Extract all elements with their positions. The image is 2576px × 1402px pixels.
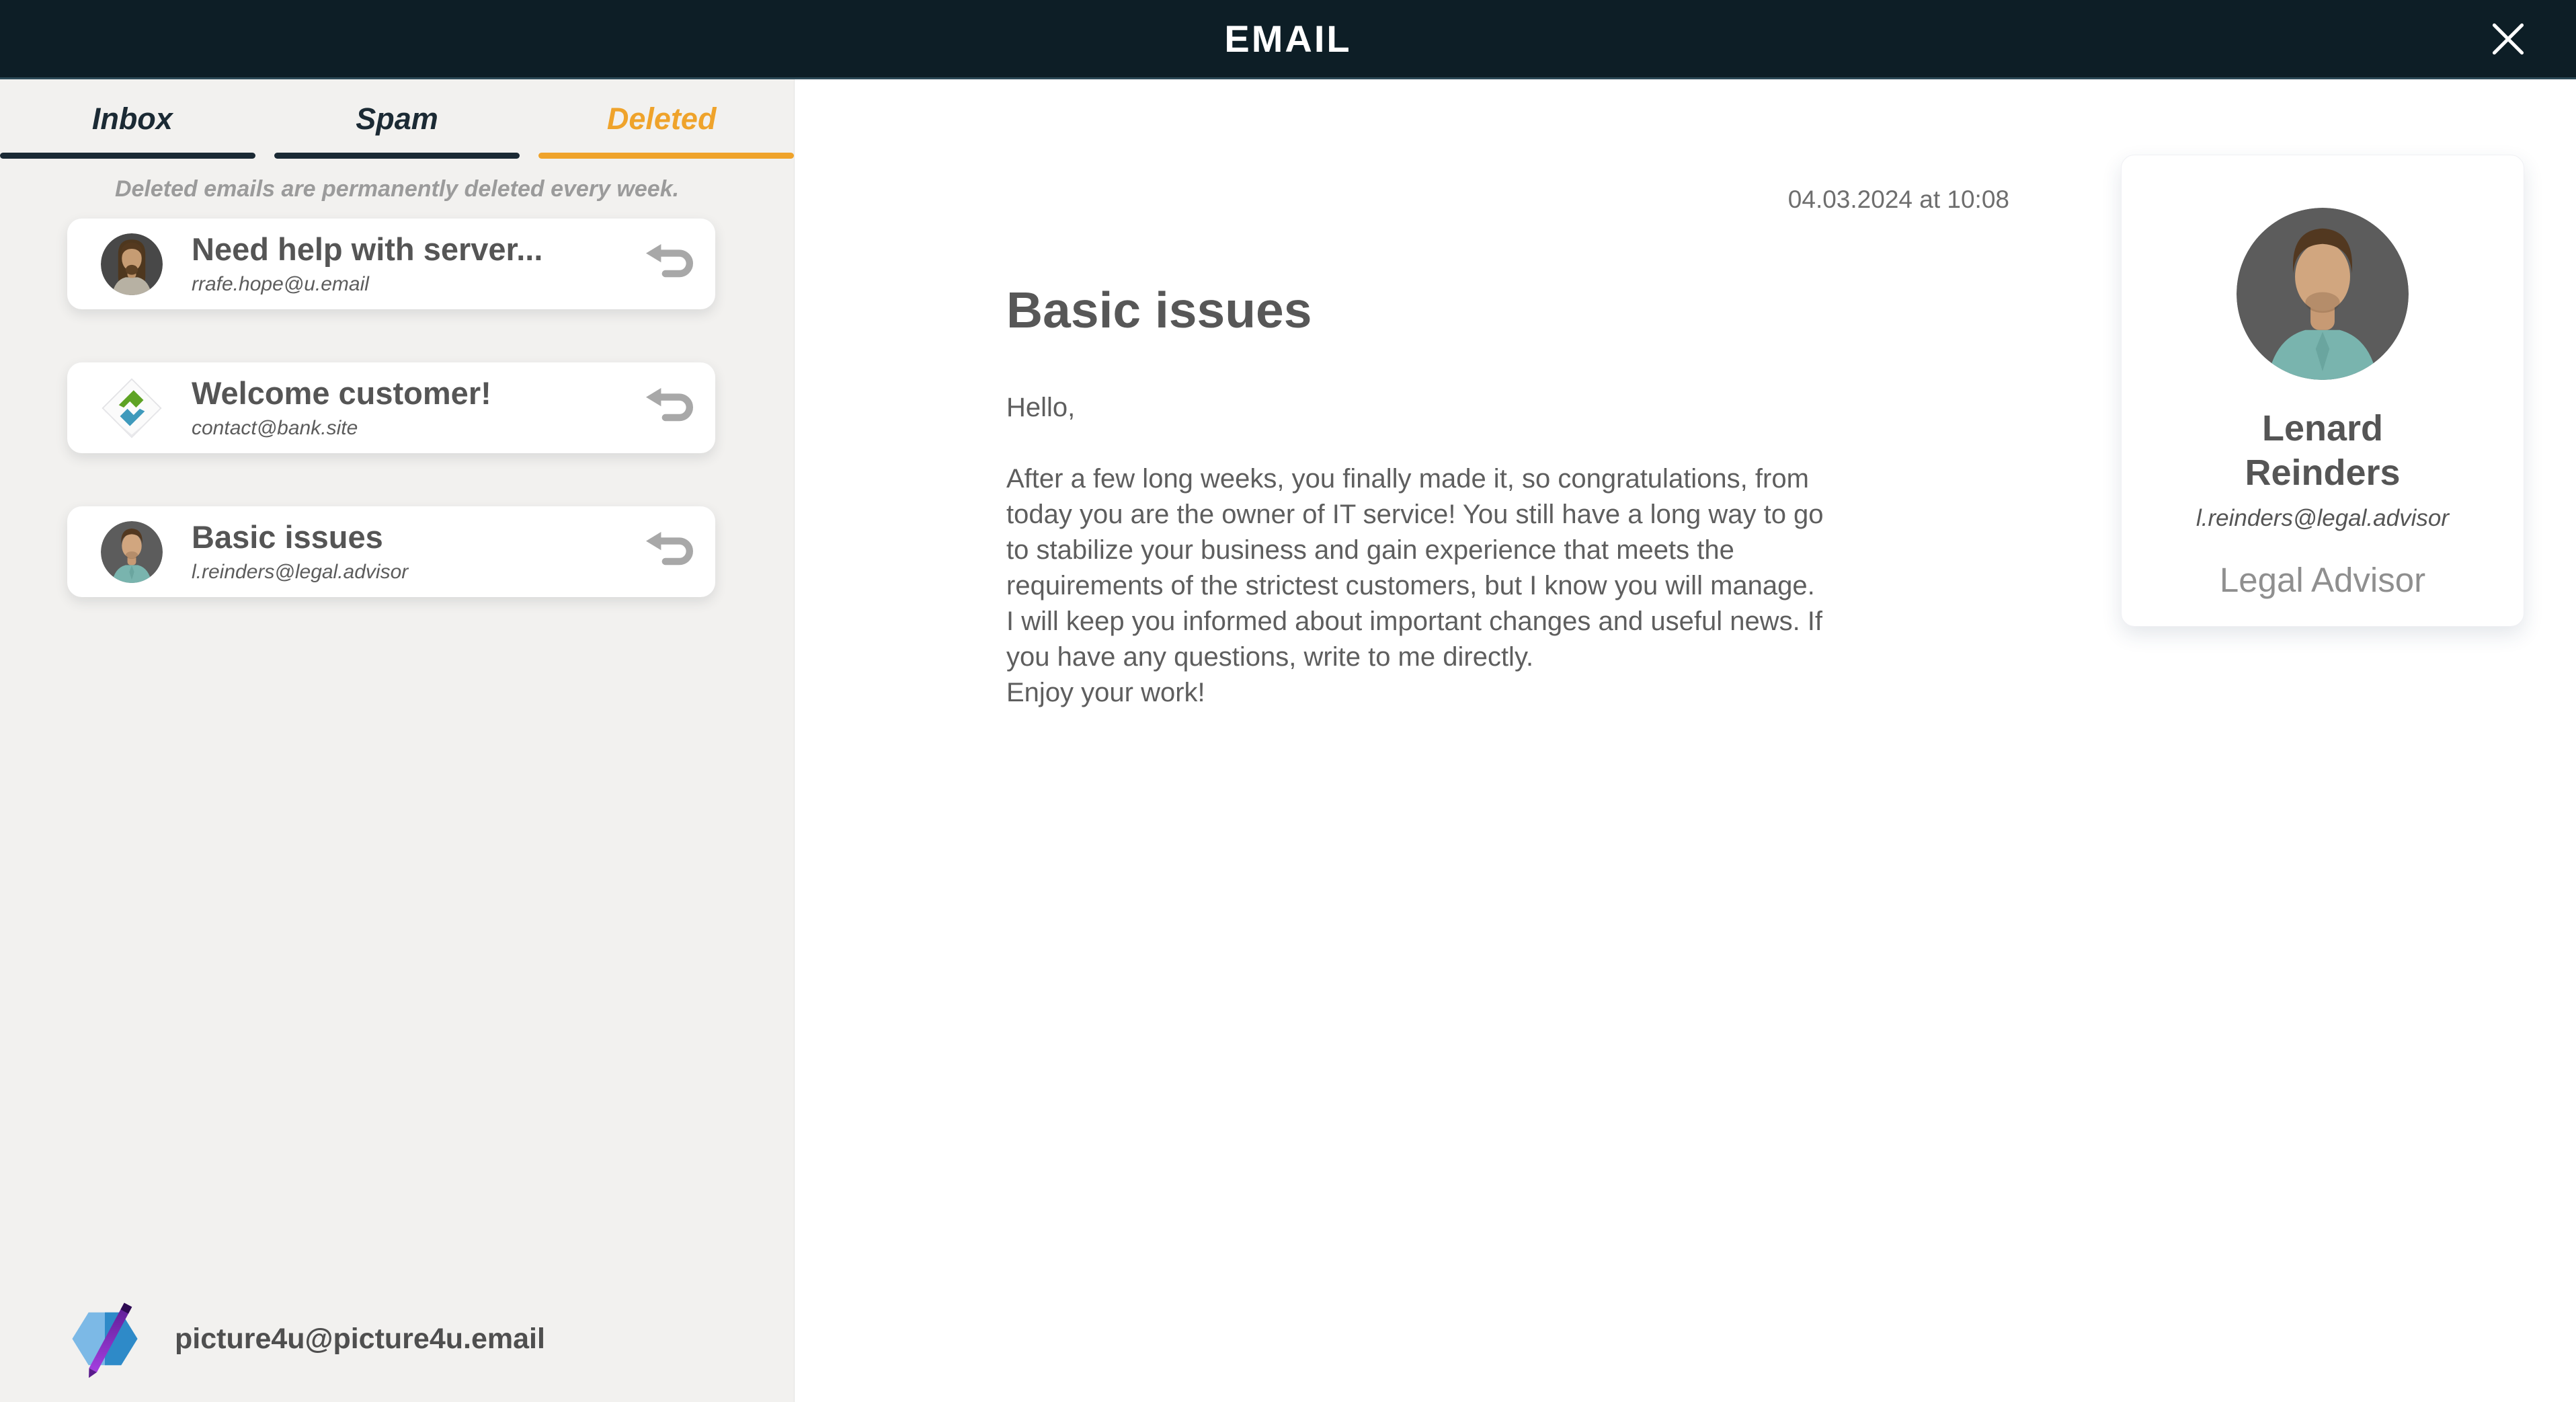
sender-name: Lenard Reinders [2245,407,2400,496]
picture4u-logo-icon [67,1296,143,1381]
deleted-notice: Deleted emails are permanently deleted e… [0,176,794,202]
title-bar: EMAIL [0,0,2576,79]
email-subject: Need help with server... [192,232,542,268]
tab-spam[interactable]: Spam [265,79,530,159]
sender-profile-avatar [2237,208,2409,380]
tab-inbox[interactable]: Inbox [0,79,265,159]
account-row: picture4u@picture4u.email [67,1294,545,1383]
email-texts: Need help with server... rrafe.hope@u.em… [192,232,542,296]
email-subject: Basic issues [192,520,408,555]
message-subject: Basic issues [1006,281,1312,339]
message-body: Hello, After a few long weeks, you final… [1006,390,2109,711]
email-subject: Welcome customer! [192,376,491,412]
email-sender-address: l.reinders@legal.advisor [192,561,408,584]
mail-sidebar: Inbox Spam Deleted Deleted emails are pe… [0,79,795,1402]
email-texts: Basic issues l.reinders@legal.advisor [192,520,408,584]
account-email: picture4u@picture4u.email [175,1323,545,1356]
sender-last-name: Reinders [2245,451,2400,496]
email-sender-address: rrafe.hope@u.email [192,273,542,296]
sender-first-name: Lenard [2245,407,2400,451]
message-pane: 04.03.2024 at 10:08 Basic issues Hello, … [795,79,2576,1402]
mailbox-tabs: Inbox Spam Deleted [0,79,794,159]
email-list-item-welcome-customer[interactable]: Welcome customer! contact@bank.site [67,362,715,453]
app-title: EMAIL [1224,17,1351,61]
sender-role: Legal Advisor [2220,560,2425,600]
restore-email-button[interactable] [643,531,698,574]
email-list-item-basic-issues[interactable]: Basic issues l.reinders@legal.advisor [67,506,715,597]
sender-profile-card: Lenard Reinders l.reinders@legal.advisor… [2121,155,2524,627]
sender-avatar-short-hair [101,521,163,583]
message-date: 04.03.2024 at 10:08 [1006,186,2009,214]
email-texts: Welcome customer! contact@bank.site [192,376,491,440]
email-app-window: EMAIL Inbox Spam Deleted Deleted emails … [0,0,2576,1402]
close-button[interactable] [2489,20,2528,59]
restore-email-button[interactable] [643,387,698,430]
undo-restore-icon [643,386,697,430]
close-icon [2489,20,2528,61]
email-list-item-need-help[interactable]: Need help with server... rrafe.hope@u.em… [67,219,715,309]
sender-avatar-long-hair [101,233,163,295]
undo-restore-icon [643,242,697,286]
bank-logo-icon [101,377,163,439]
restore-email-button[interactable] [643,243,698,286]
sender-email: l.reinders@legal.advisor [2196,505,2449,532]
email-list: Need help with server... rrafe.hope@u.em… [67,219,715,597]
email-sender-address: contact@bank.site [192,417,491,440]
undo-restore-icon [643,530,697,574]
tab-deleted[interactable]: Deleted [529,79,794,159]
